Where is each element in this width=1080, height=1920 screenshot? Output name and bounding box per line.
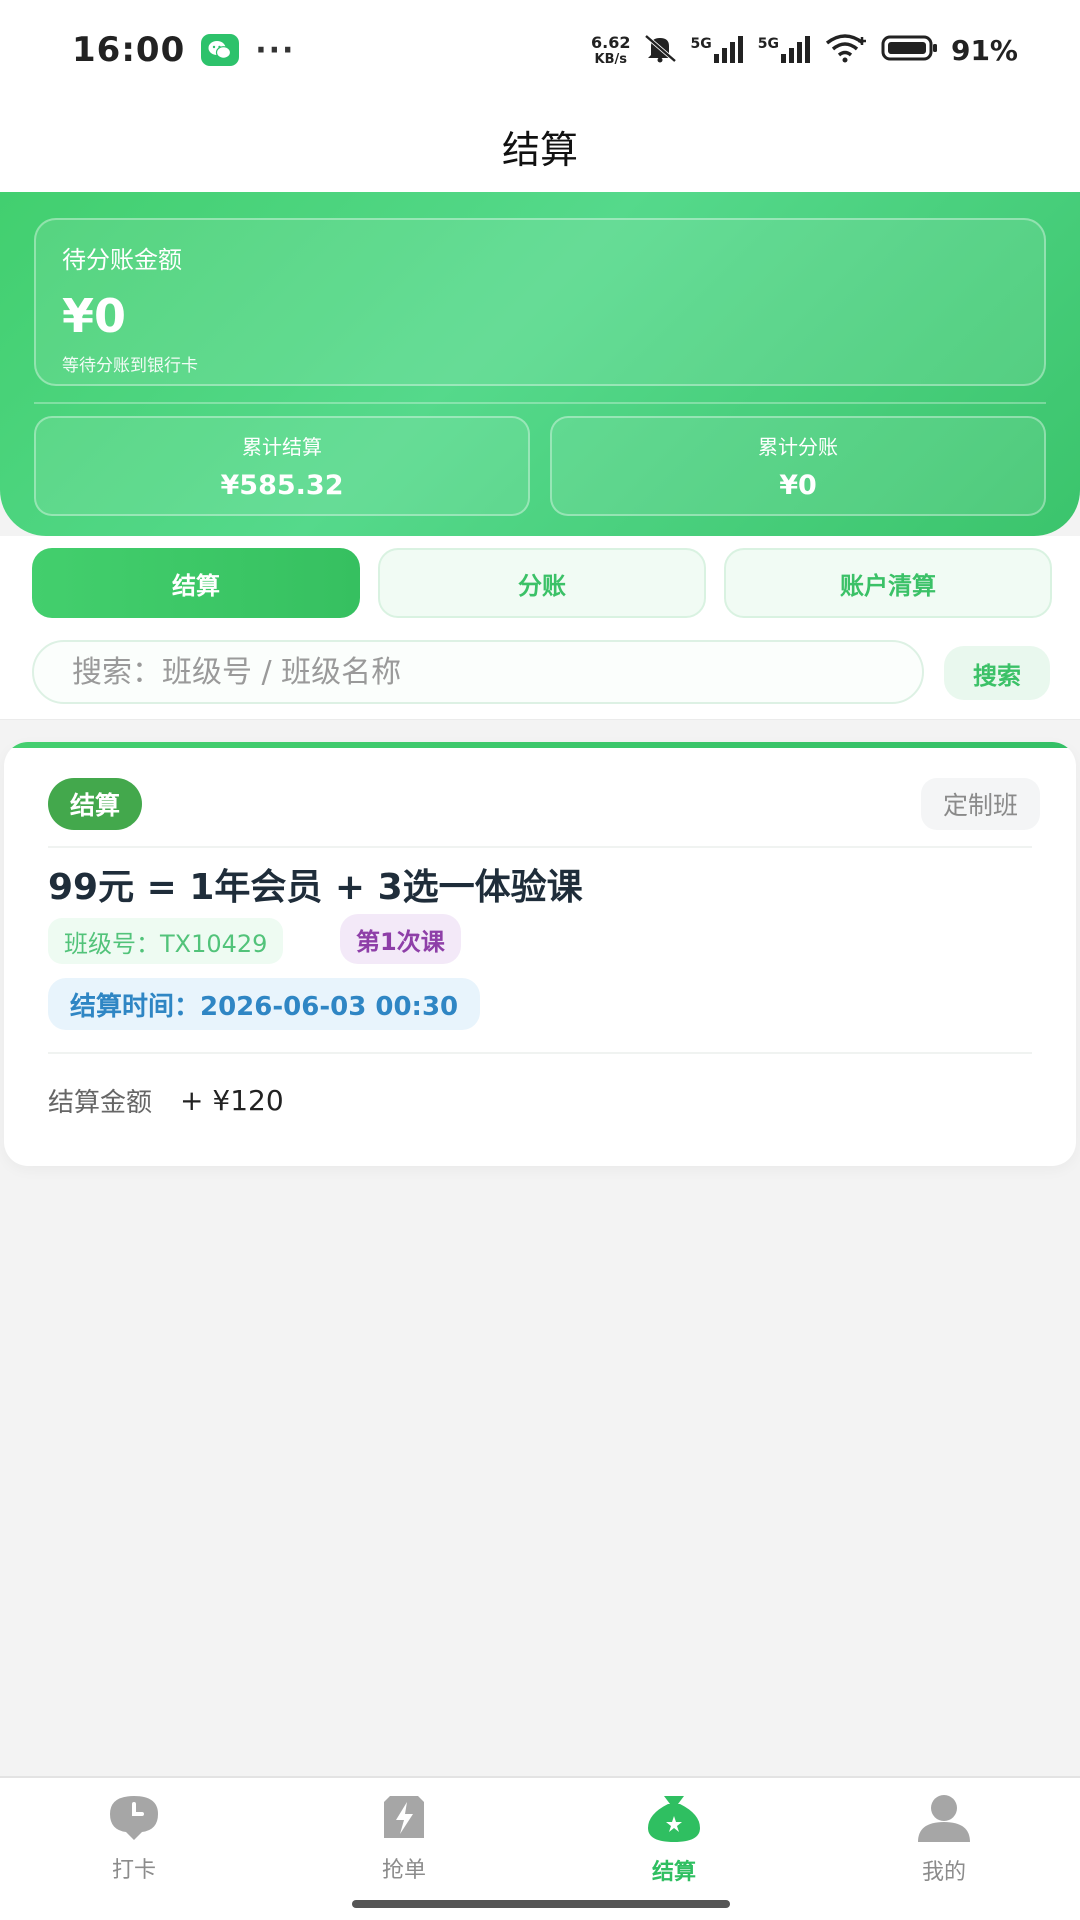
amount-value: + ¥120 [180,1084,284,1117]
network-speed-value: 6.62 [591,32,631,52]
total-split-label: 累计分账 [758,435,838,459]
total-split-value: ¥0 [779,470,817,501]
class-number-tag: 班级号：TX10429 [48,918,284,964]
pending-note: 等待分账到银行卡 [62,356,198,376]
tab-split[interactable]: 分账 [378,548,706,618]
title-bar: 结算 [0,100,1080,192]
page-title: 结算 [501,127,578,172]
status-badge: 结算 [48,778,143,830]
card-divider-top [48,846,1032,848]
nav-item-grab-order[interactable]: 抢单 [304,1792,504,1892]
signal-icon-2: 5G [758,36,813,64]
pending-amount-card: 待分账金额 ¥0 等待分账到银行卡 [34,218,1046,386]
nav-item-checkin[interactable]: 打卡 [34,1792,234,1892]
card-accent-bar [4,742,1076,748]
status-time: 16:00 [72,30,186,70]
search-area: 搜索 [0,624,1080,720]
total-settled-card: 累计结算 ¥585.32 [34,416,530,516]
total-split-card: 累计分账 ¥0 [550,416,1046,516]
search-input[interactable] [32,640,924,704]
search-button[interactable]: 搜索 [944,646,1050,700]
tab-bar: 结算 分账 账户清算 [0,536,1080,624]
nav-label-settlement: 结算 [651,1860,696,1885]
nav-item-settlement[interactable]: 结算 [574,1792,774,1892]
total-settled-value: ¥585.32 [220,470,344,501]
status-left: 16:00 ··· [72,30,295,70]
network-speed: 6.62 KB/s [591,32,631,67]
tab-account-clearing[interactable]: 账户清算 [724,548,1052,618]
class-type-tag: 定制班 [920,778,1040,830]
order-card[interactable]: 结算 定制班 99元 = 1年会员 + 3选一体验课 班级号：TX10429 第… [4,742,1076,1166]
money-bag-icon [644,1792,704,1848]
summary-divider [34,402,1046,404]
more-dots-icon: ··· [255,32,296,68]
bottom-nav: 打卡 抢单 结算 我的 [0,1776,1080,1920]
lesson-tag: 第1次课 [340,914,461,964]
battery-percent: 91% [950,33,1018,67]
course-title: 99元 = 1年会员 + 3选一体验课 [48,867,583,908]
settlement-time-tag: 结算时间：2026-06-03 00:30 [48,978,481,1030]
nav-label-mine: 我的 [921,1860,966,1885]
summary-panel: 待分账金额 ¥0 等待分账到银行卡 累计结算 ¥585.32 累计分账 ¥0 [0,192,1080,536]
nav-item-mine[interactable]: 我的 [844,1792,1044,1892]
signal-1-label: 5G [690,36,712,52]
nav-label-checkin: 打卡 [111,1858,156,1883]
amount-label: 结算金额 [48,1088,153,1118]
tab-settlement[interactable]: 结算 [32,548,360,618]
amount-row: 结算金额 + ¥120 [48,1082,284,1119]
status-right: 6.62 KB/s 5G 5G 91% [591,33,1018,67]
total-settled-label: 累计结算 [242,435,322,459]
signal-icon-1: 5G [691,36,746,64]
nav-label-grab-order: 抢单 [381,1858,426,1883]
network-speed-unit: KB/s [594,51,627,67]
card-divider-bottom [48,1052,1032,1054]
lightning-icon [376,1792,432,1846]
status-bar: 16:00 ··· 6.62 KB/s 5G 5G 91% [0,0,1080,100]
wechat-icon [201,34,240,66]
home-indicator[interactable] [352,1900,730,1908]
pending-amount: ¥0 [62,289,127,343]
wifi-icon [825,33,869,67]
signal-2-label: 5G [757,36,779,52]
mute-bell-icon [643,33,679,67]
clock-pin-icon [106,1792,162,1846]
pending-label: 待分账金额 [62,246,182,274]
person-icon [914,1792,974,1848]
battery-icon [881,34,939,66]
